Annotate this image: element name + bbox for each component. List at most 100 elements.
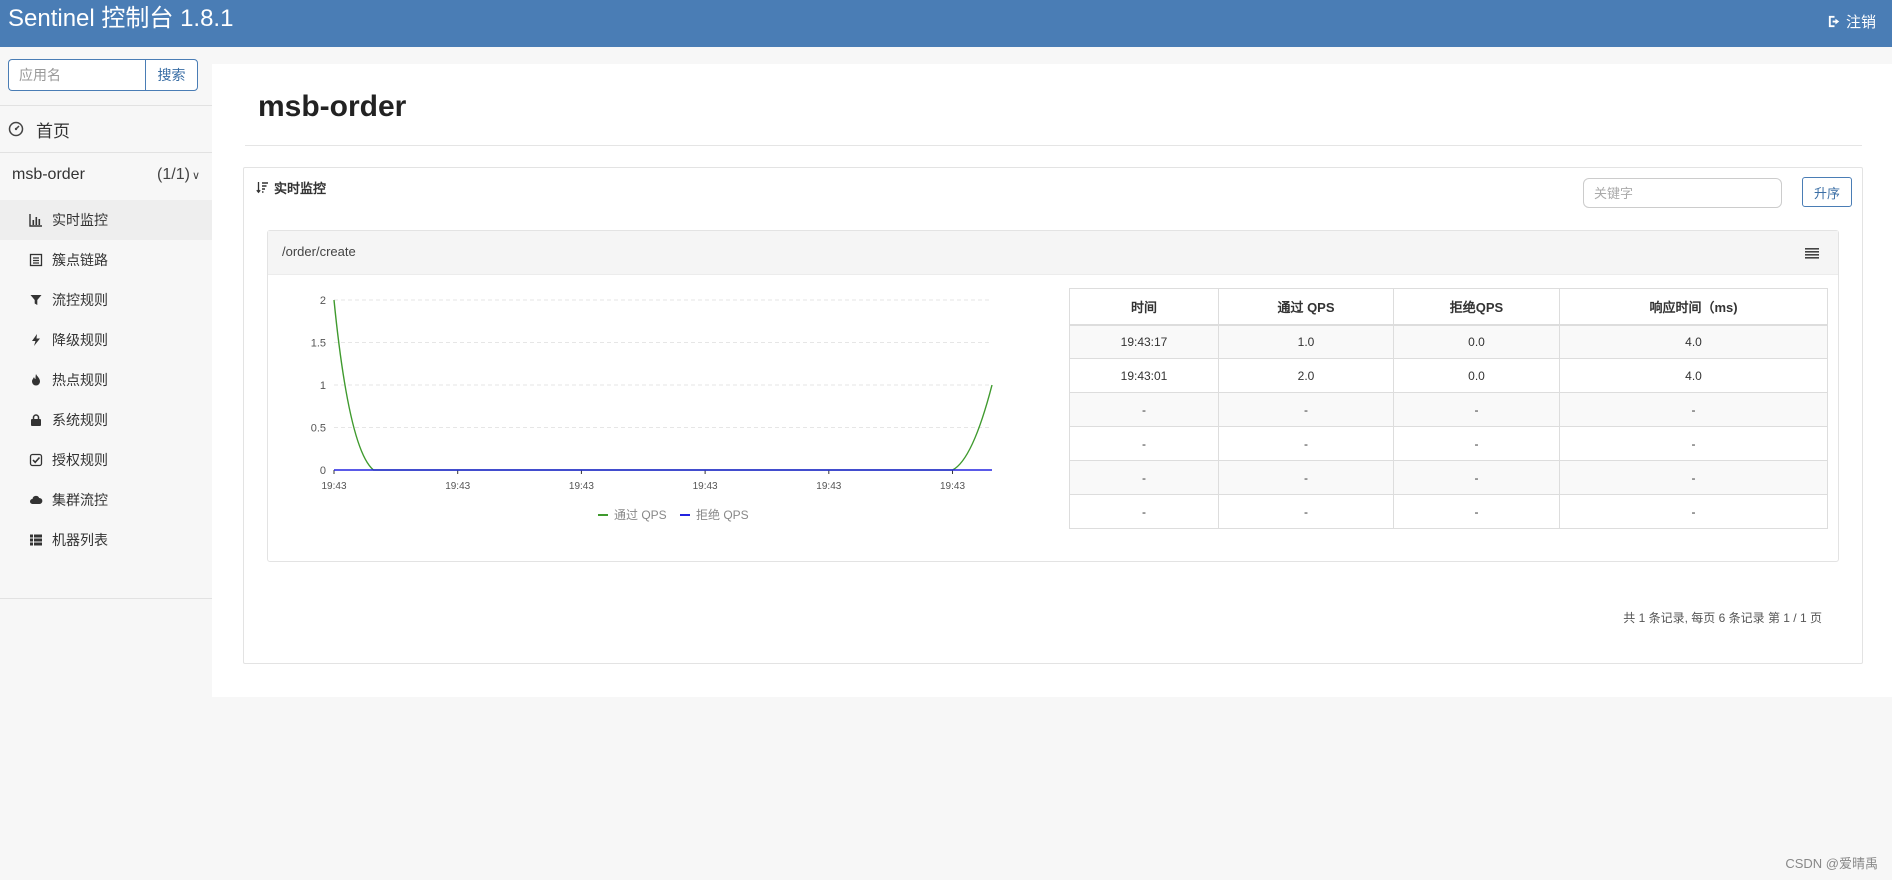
y-tick-label: 2 [320, 295, 326, 307]
main-content: msb-order 实时监控 升序 /order/create [212, 64, 1892, 697]
column-header-rt: 响应时间（ms) [1559, 288, 1828, 325]
cell-pass-qps: - [1218, 460, 1394, 495]
x-tick-label: 19:43 [693, 481, 718, 492]
cell-time: - [1069, 426, 1219, 461]
cell-rt: 4.0 [1559, 323, 1828, 359]
table-row: 19:43:01 2.0 0.0 4.0 [1069, 358, 1828, 393]
y-tick-label: 1.5 [311, 338, 326, 350]
legend-label: 通过 QPS [614, 508, 667, 522]
cell-time: - [1069, 392, 1219, 427]
y-tick-label: 0.5 [311, 423, 326, 435]
sidebar-item-label: 实时监控 [52, 212, 108, 228]
logout-button[interactable]: 注销 [1827, 11, 1876, 32]
cell-pass-qps: - [1218, 392, 1394, 427]
x-tick-label: 19:43 [569, 481, 594, 492]
x-tick-label: 19:43 [940, 481, 965, 492]
cell-pass-qps: - [1218, 426, 1394, 461]
sidebar-divider [0, 598, 212, 599]
qps-chart-svg: 0 0.5 1 1.5 2 19:43 19:43 19:43 19:43 19:43 19:43 通… [311, 295, 993, 522]
cell-time: 19:43:17 [1069, 323, 1219, 359]
x-tick-label: 19:43 [321, 481, 346, 492]
chevron-down-icon: ∨ [191, 169, 200, 182]
logout-label: 注销 [1845, 14, 1876, 31]
resource-name: /order/create [282, 244, 356, 259]
sidebar-item-degrade-rules[interactable]: 降级规则 [0, 320, 212, 360]
cloud-icon [30, 495, 43, 504]
app-brand[interactable]: Sentinel 控制台 1.8.1 [8, 4, 233, 34]
cell-rt: - [1559, 460, 1828, 495]
check-square-icon [29, 453, 43, 467]
sort-amount-icon [256, 182, 268, 194]
title-divider [245, 145, 1862, 146]
app-search-input[interactable] [8, 59, 145, 91]
table-row: - - - - [1069, 460, 1828, 495]
cell-rt: 4.0 [1559, 358, 1828, 393]
sidebar-item-home[interactable]: 首页 [0, 105, 212, 153]
cell-pass-qps: 2.0 [1218, 358, 1394, 393]
cell-time: 19:43:01 [1069, 358, 1219, 393]
monitor-panel: 实时监控 升序 /order/create 0 0.5 1 1.5 2 19:43 19:4… [243, 167, 1863, 664]
sidebar-item-label: 授权规则 [52, 452, 108, 468]
sidebar-item-realtime-monitor[interactable]: 实时监控 [0, 200, 212, 240]
pagination-summary: 共 1 条记录, 每页 6 条记录 第 1 / 1 页 [1623, 611, 1822, 625]
sidebar-item-label: 热点规则 [52, 372, 108, 388]
cell-pass-qps: - [1218, 494, 1394, 529]
dashboard-icon [8, 121, 24, 137]
app-machine-count: (1/1) [157, 166, 190, 183]
th-list-icon [30, 534, 42, 546]
search-button[interactable]: 搜索 [145, 59, 198, 91]
legend-label: 拒绝 QPS [696, 507, 749, 522]
sidebar-item-label: 簇点链路 [52, 252, 108, 268]
column-header-time: 时间 [1069, 288, 1219, 325]
app-search-group: 搜索 [8, 59, 198, 91]
sidebar-item-authority-rules[interactable]: 授权规则 [0, 440, 212, 480]
qps-line-chart: 0 0.5 1 1.5 2 19:43 19:43 19:43 19:43 19:43 19:43 通… [280, 281, 1020, 541]
sidebar-item-flow-rules[interactable]: 流控规则 [0, 280, 212, 320]
watermark: CSDN @爱晴禹 [1785, 856, 1878, 871]
table-row: 19:43:17 1.0 0.0 4.0 [1069, 323, 1828, 359]
app-submenu: 实时监控 簇点链路 流控规则 降级规则 热点规则 系统规则 授权规则 集群流控 … [0, 200, 212, 560]
sidebar-item-label: 集群流控 [52, 492, 108, 508]
y-tick-label: 1 [320, 380, 326, 392]
x-tick-label: 19:43 [816, 481, 841, 492]
panel-title: 实时监控 [256, 178, 326, 197]
bar-chart-icon [29, 214, 42, 227]
table-row: - - - - [1069, 494, 1828, 529]
fire-icon [32, 374, 40, 386]
keyword-input[interactable] [1583, 178, 1782, 208]
lock-icon [31, 414, 41, 426]
sidebar-item-label: 降级规则 [52, 332, 108, 348]
sidebar-app-msb-order[interactable]: msb-order (1/1) ∨ [0, 153, 212, 197]
sidebar-item-system-rules[interactable]: 系统规则 [0, 400, 212, 440]
cell-pass-qps: 1.0 [1218, 323, 1394, 359]
sidebar-item-cluster-link[interactable]: 簇点链路 [0, 240, 212, 280]
qps-table: 时间 通过 QPS 拒绝QPS 响应时间（ms) 19:43:17 1.0 0.… [1069, 288, 1828, 529]
sidebar-item-label: 流控规则 [52, 292, 108, 308]
table-row: - - - - [1069, 392, 1828, 427]
sidebar-item-cluster-flow[interactable]: 集群流控 [0, 480, 212, 520]
cell-block-qps: 0.0 [1393, 358, 1560, 393]
cell-time: - [1069, 494, 1219, 529]
x-tick-label: 19:43 [445, 481, 470, 492]
cell-time: - [1069, 460, 1219, 495]
sort-order-button[interactable]: 升序 [1802, 177, 1852, 207]
app-name: msb-order [12, 166, 85, 183]
filter-icon [30, 295, 42, 305]
column-header-block-qps: 拒绝QPS [1393, 288, 1560, 325]
panel-title-label: 实时监控 [274, 181, 327, 196]
sidebar-item-label: 系统规则 [52, 412, 108, 428]
table-header-row: 时间 通过 QPS 拒绝QPS 响应时间（ms) [1069, 288, 1828, 325]
sidebar-item-machine-list[interactable]: 机器列表 [0, 520, 212, 560]
sidebar-item-hotspot-rules[interactable]: 热点规则 [0, 360, 212, 400]
column-header-pass-qps: 通过 QPS [1218, 288, 1394, 325]
sidebar-item-label: 首页 [36, 121, 70, 141]
y-tick-label: 0 [320, 465, 326, 477]
cell-block-qps: - [1393, 494, 1560, 529]
cell-block-qps: - [1393, 426, 1560, 461]
table-row: - - - - [1069, 426, 1828, 461]
resource-card: /order/create 0 0.5 1 1.5 2 19:43 19:43 19:43 19… [267, 230, 1839, 562]
list-icon [29, 253, 43, 267]
cell-rt: - [1559, 426, 1828, 461]
top-navbar: Sentinel 控制台 1.8.1 注销 [0, 0, 1892, 47]
menu-icon[interactable] [1804, 246, 1820, 260]
